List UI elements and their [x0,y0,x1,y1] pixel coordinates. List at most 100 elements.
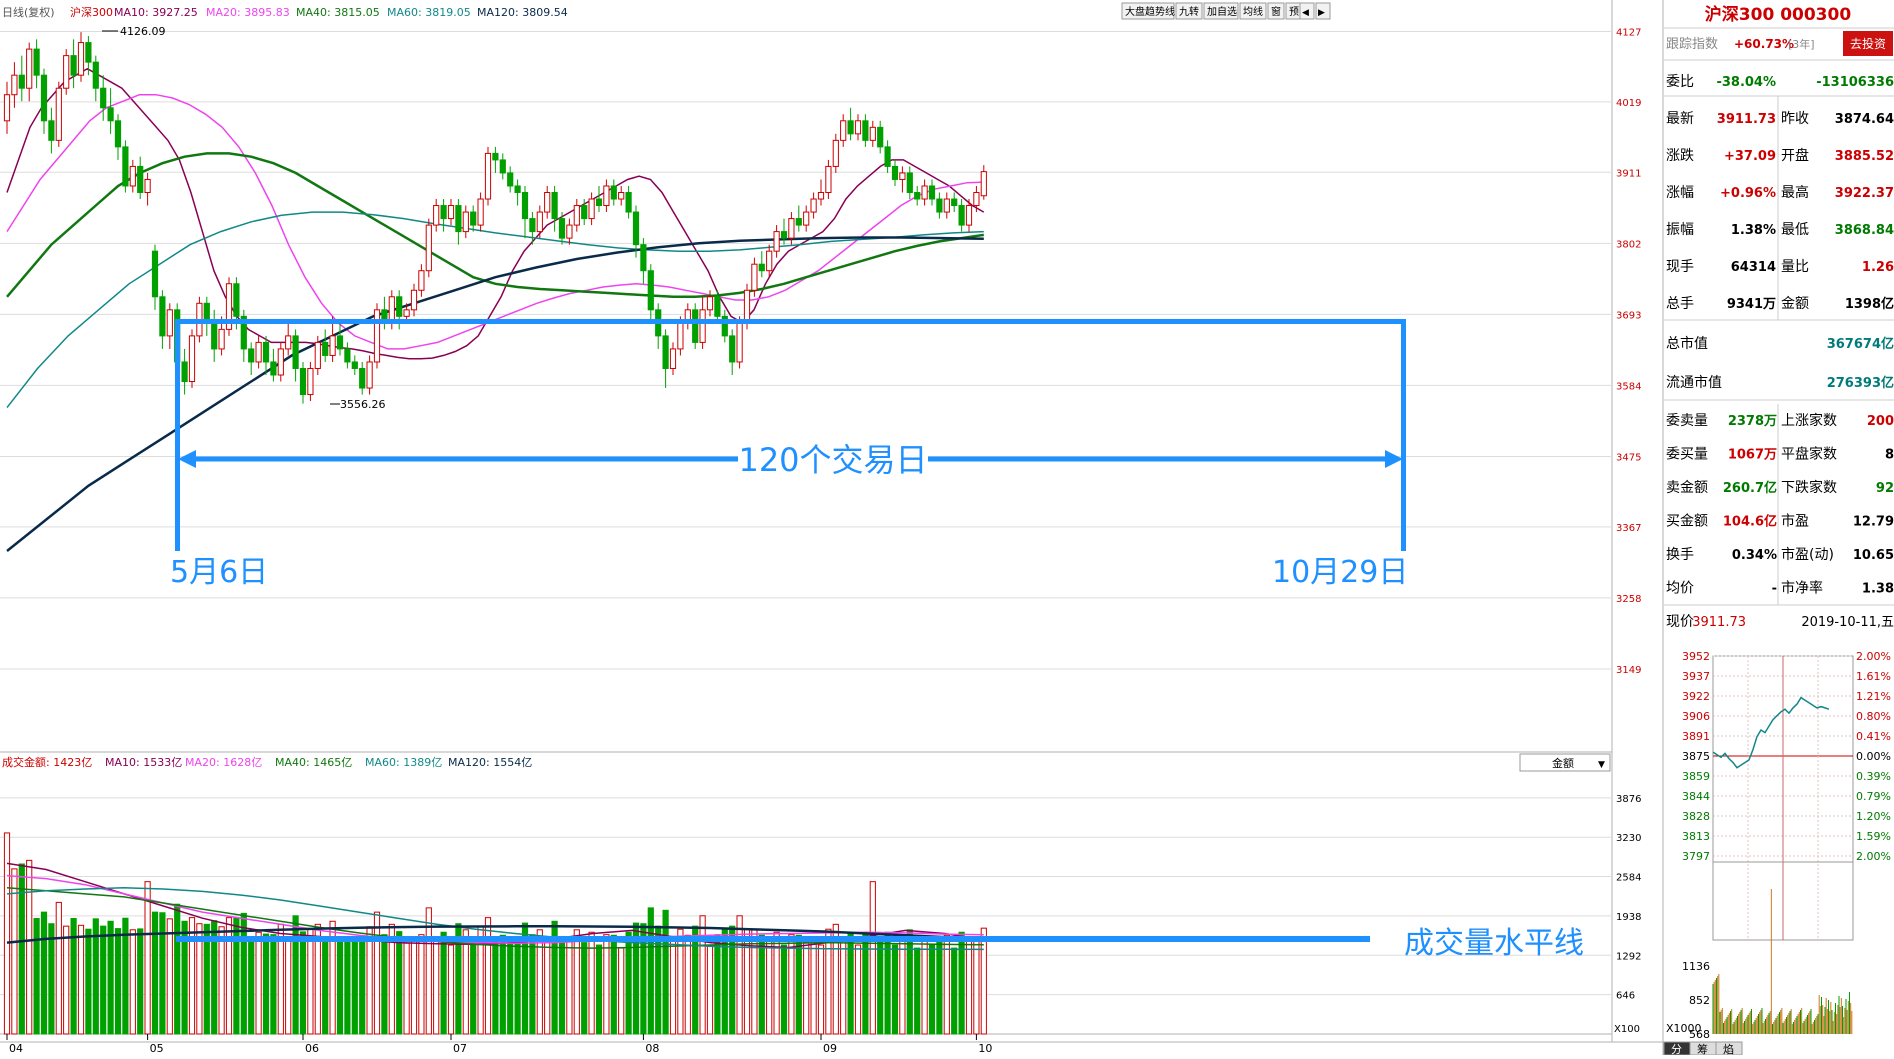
volume-bar [869,881,876,1035]
volume-bar [840,936,847,1035]
candle-body [840,120,847,141]
toolbar-button-label: 大盘趋势线 [1125,5,1175,18]
candle-body [388,296,395,324]
volume-bar [973,939,980,1035]
candle-body [307,367,314,396]
quote-label: 上涨家数 [1781,412,1837,429]
quote-value: 9341万 [1727,297,1776,312]
mini-right-tick: 1.21% [1856,690,1891,703]
candle-body [743,289,751,324]
candle-body [33,48,40,76]
chart-canvas[interactable]: 日线(复权) 沪深300 MA10: 3927.25 MA20: 3895.83… [0,0,1894,1056]
quote-label: 最低 [1781,222,1809,238]
quote-label: 委卖量 [1666,413,1708,429]
candle-body [766,250,773,272]
volume-bar [795,934,802,1035]
candle-body [425,224,432,272]
candle-body [314,341,321,369]
volume-bar [396,931,403,1035]
quote-label: 金额 [1781,296,1809,312]
quote-label: 委买量 [1666,447,1708,463]
candle-body [233,283,240,317]
volume-bar [603,934,610,1035]
quote-value: 8 [1885,448,1894,463]
candle-body [980,171,987,197]
volume-bar [114,928,122,1035]
quote-label: 昨收 [1781,111,1809,127]
candle-body [647,270,654,311]
candle-body [344,348,351,363]
volume-bar [936,939,943,1035]
candle-body [218,328,225,350]
quote-value: 10.65 [1853,548,1894,563]
candle-body [936,198,943,213]
volume-bar [803,942,810,1035]
price-tick-label: 4019 [1616,98,1641,109]
volume-bar [166,918,173,1035]
volume-bar [906,929,913,1035]
price-tick-label: 3802 [1616,239,1641,250]
start-date-label: 5月6日 [170,555,268,590]
month-label: 08 [645,1042,659,1055]
volume-bar [536,929,543,1035]
volume-bar [403,942,410,1035]
panel-title: 沪深300 000300 [1705,4,1852,25]
volume-bar [854,944,862,1035]
end-vertical-line [1401,319,1406,551]
volume-bar [595,944,603,1035]
candle-body [462,211,469,233]
candle-body [854,120,862,135]
chart-type-label: 日线(复权) [2,5,55,19]
quote-label: 涨跌 [1666,148,1694,164]
volume-bar [721,929,728,1035]
candle-body [351,361,358,369]
candle-body [499,159,506,174]
bottom-tab-label: 焰 [1723,1042,1734,1055]
candle-body [114,120,122,148]
bottom-tab-label: 分 [1671,1043,1682,1055]
volume-bar [618,947,625,1035]
candle-body [477,198,484,226]
candle-body [366,361,373,389]
candle-body [336,335,344,350]
volume-bar [544,936,551,1035]
volume-bar [26,859,33,1035]
candle-body [943,198,950,213]
candle-body [292,335,299,369]
candle-body [26,48,33,89]
candle-body [248,348,255,363]
candle-body [640,244,647,272]
candle-body [632,211,640,246]
volume-bar [825,928,832,1035]
volume-bar [470,942,477,1035]
track-value: +60.73% [1734,37,1794,51]
quote-value: +37.09 [1724,149,1776,164]
volume-dropdown[interactable]: 金额 ▼ [1519,753,1611,772]
volume-bar [566,939,573,1035]
index-name: 沪深300 [70,5,113,19]
candle-body [847,120,854,135]
volume-bar [270,934,277,1035]
quote-value: 3874.64 [1835,112,1894,127]
candle-body [529,218,536,233]
month-label: 05 [150,1042,164,1055]
candle-body [455,205,462,233]
candle-body [714,296,721,317]
background [0,0,1894,1055]
volume-bar [899,939,906,1035]
volume-bar [48,923,55,1035]
quote-value: -13106336 [1816,75,1894,90]
vol-ma40: MA40: 1465亿 [275,756,352,769]
price-tick-label: 3475 [1616,452,1641,463]
volume-bar [714,934,721,1035]
candle-body [965,205,973,226]
low-label: 3556.26 [340,398,386,411]
volume-tick-label: 646 [1616,991,1635,1002]
mini-left-tick: 3859 [1682,770,1710,783]
volume-bar [692,925,699,1035]
volume-bar [144,881,151,1035]
volume-bar [706,944,714,1035]
quote-label: 开盘 [1781,147,1809,164]
candle-body [396,296,403,317]
candle-body [921,185,928,200]
